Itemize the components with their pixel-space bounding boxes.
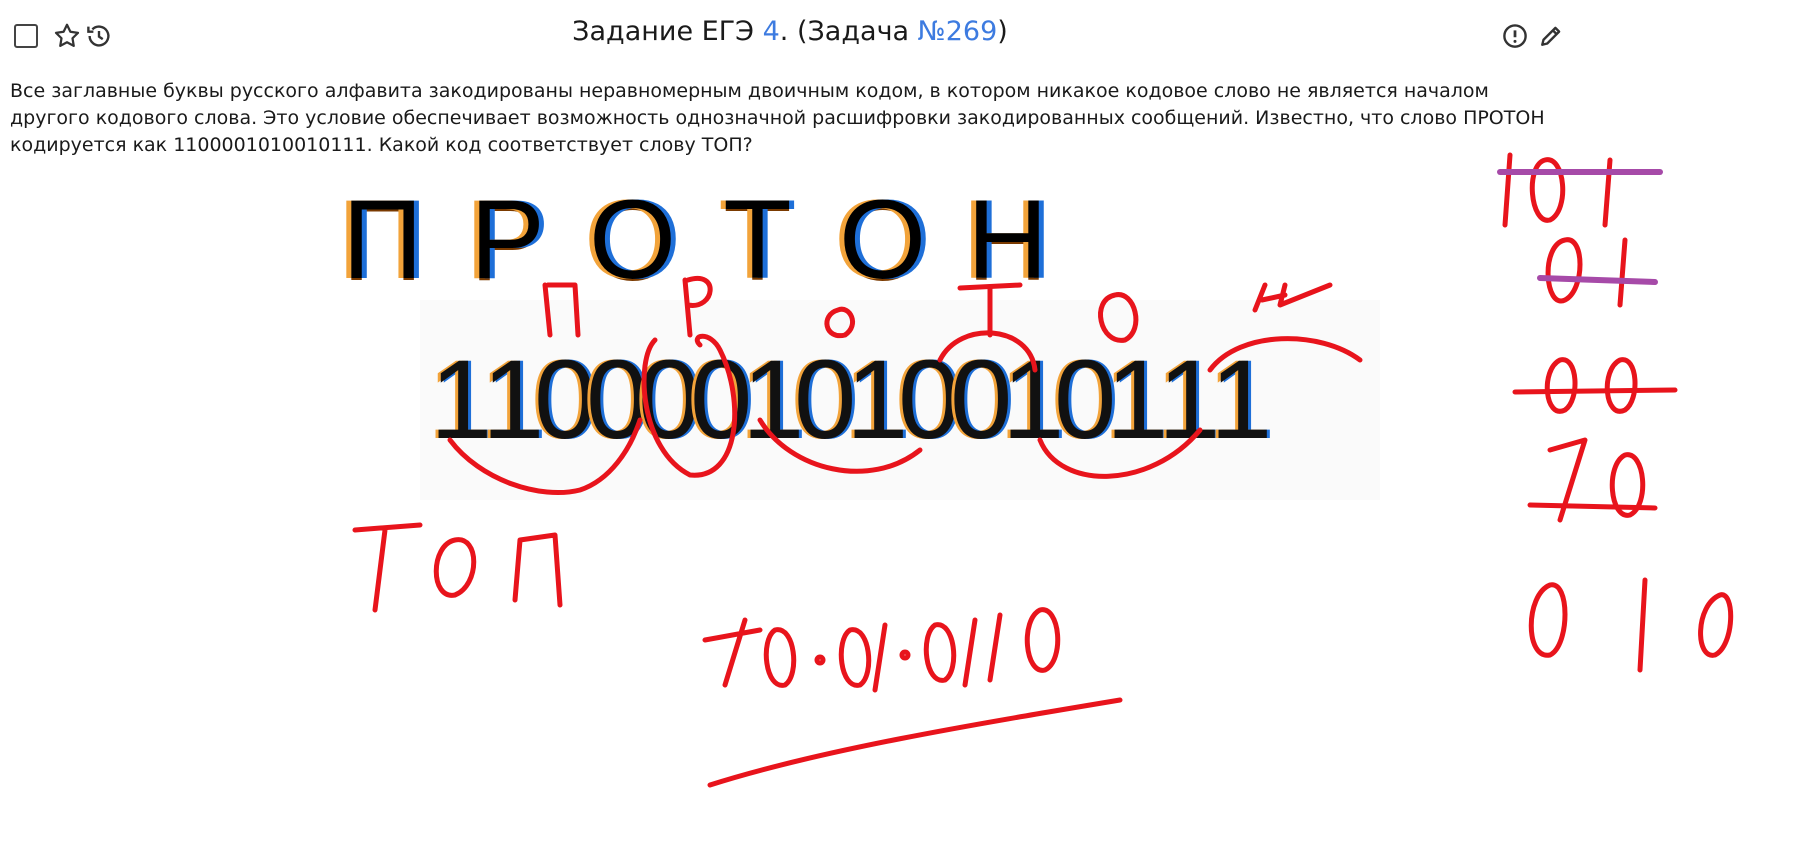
word-letter: Т: [723, 177, 792, 302]
code-digit: 0: [586, 337, 649, 462]
strike-01: [1537, 275, 1658, 285]
word-letter: П: [342, 177, 423, 302]
strike-10: [1527, 502, 1658, 511]
side-code-101: [1502, 152, 1613, 228]
code-digit: 1: [1210, 337, 1273, 462]
answer-code-dot: [899, 649, 911, 661]
code-digit: 1: [482, 337, 545, 462]
answer-letter-o: [433, 537, 477, 598]
answer-code-10: [702, 617, 763, 688]
code-digit: 1: [742, 337, 805, 462]
word-letter: О: [838, 177, 927, 302]
edit-icon[interactable]: [1536, 21, 1566, 51]
word-image: П Р О Т О Н: [320, 177, 1250, 302]
answer-underline: [707, 697, 1123, 788]
report-icon[interactable]: [1500, 21, 1530, 51]
strike-00: [1512, 387, 1678, 395]
code-digit: 1: [846, 337, 909, 462]
code-digit: 0: [690, 337, 753, 462]
code-digit: 1: [1106, 337, 1169, 462]
task-type-link[interactable]: 4: [763, 16, 780, 47]
header: Задание ЕГЭ 4. (Задача №269): [0, 0, 1580, 60]
word-letter: Н: [967, 177, 1048, 302]
answer-letter-t: [352, 522, 423, 613]
title-middle: . (Задача: [779, 16, 918, 47]
code-digit: 1: [430, 337, 493, 462]
word-letter: О: [588, 177, 677, 302]
page-title: Задание ЕГЭ 4. (Задача №269): [0, 16, 1580, 47]
code-digit: 0: [794, 337, 857, 462]
answer-code-01: [838, 622, 888, 693]
title-suffix: ): [997, 16, 1008, 47]
answer-letter-p: [512, 532, 563, 608]
side-code-10: [1547, 437, 1646, 523]
code-digit: 0: [898, 337, 961, 462]
code-digit: 0: [534, 337, 597, 462]
code-digit: 1: [1158, 337, 1221, 462]
answer-code-0110: [923, 607, 1061, 688]
code-digit: 0: [1054, 337, 1117, 462]
side-code-010: [1528, 577, 1734, 673]
word-letter: Р: [470, 177, 545, 302]
code-digit: 0: [638, 337, 701, 462]
purple-strikes: [1497, 169, 1663, 285]
code-digit: 0: [950, 337, 1013, 462]
code-image: 1 1 0 0 0 0 1 0 1 0 0 1 0 1 1 1: [420, 300, 1380, 500]
answer-code-dot: [814, 654, 826, 666]
side-code-00: [1544, 357, 1638, 414]
answer-code-0a: [763, 627, 797, 688]
code-digit: 1: [1002, 337, 1065, 462]
side-code-01: [1545, 237, 1628, 308]
task-number-link[interactable]: №269: [918, 16, 998, 47]
title-prefix: Задание ЕГЭ: [572, 16, 763, 47]
task-text: Все заглавные буквы русского алфавита за…: [10, 80, 1545, 156]
